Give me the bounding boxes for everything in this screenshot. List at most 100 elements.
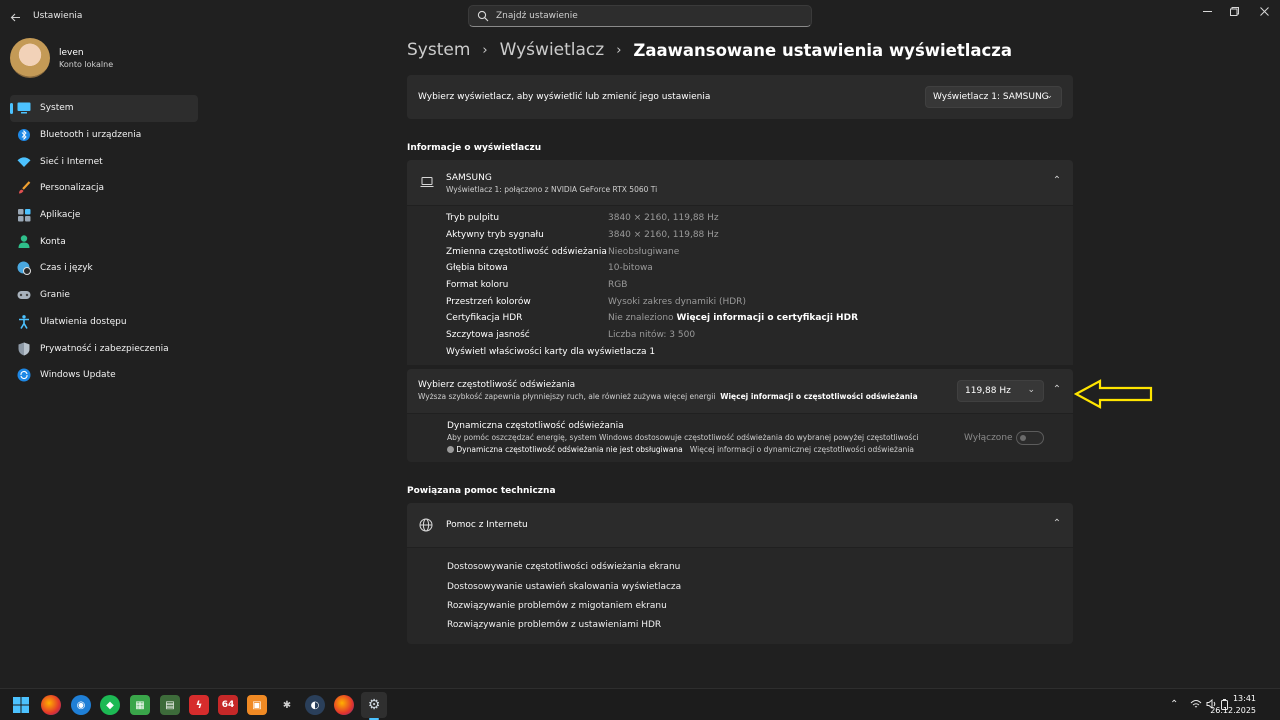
sidebar-item-label: Prywatność i zabezpieczenia — [40, 343, 169, 354]
apps-icon — [17, 208, 31, 222]
display-info-header[interactable]: SAMSUNG Wyświetlacz 1: połączono z NVIDI… — [407, 160, 1073, 205]
help-link[interactable]: Rozwiązywanie problemów z ustawieniami H… — [447, 620, 661, 630]
excel-icon[interactable]: ▦ — [130, 695, 150, 715]
app-spider-icon[interactable]: ✱ — [277, 695, 297, 715]
info-icon — [447, 446, 454, 453]
info-value: 10-bitowa — [608, 263, 653, 273]
info-row: Głębia bitowa 10-bitowa — [446, 263, 1066, 277]
dynamic-refresh-toggle-label: Wyłączone — [964, 433, 1013, 443]
sidebar-item-label: Czas i język — [40, 263, 93, 274]
sidebar-item-label: Windows Update — [40, 370, 116, 381]
taskbar: ◉ ◆ ▦ ▤ ϟ 64 ▣ ✱ ◐ ⚙ ⌃ 13:41 26.12.2025 — [0, 688, 1280, 720]
toggle-knob — [1020, 435, 1026, 441]
info-key: Format koloru — [446, 280, 509, 290]
sidebar-item-label: Personalizacja — [40, 183, 104, 194]
info-key: Głębia bitowa — [446, 263, 508, 273]
refresh-rate-learn-more-link[interactable]: Więcej informacji o częstotliwości odświ… — [720, 392, 917, 401]
info-value: Nie znaleziono — [608, 313, 674, 323]
wifi-tray-icon[interactable] — [1190, 699, 1202, 712]
avatar — [10, 38, 50, 78]
search-input[interactable] — [496, 8, 796, 24]
search-box[interactable] — [468, 5, 812, 27]
info-row: Przestrzeń kolorów Wysoki zakres dynamiki… — [446, 297, 1066, 311]
hdr-certification-link[interactable]: Więcej informacji o certyfikacji HDR — [676, 313, 858, 323]
app-red-icon[interactable]: ϟ — [189, 695, 209, 715]
refresh-rate-dropdown[interactable]: 119,88 Hz ⌄ — [957, 380, 1044, 402]
edge-dev-icon[interactable]: ◉ — [71, 695, 91, 715]
sidebar-item-system[interactable]: System — [10, 95, 198, 122]
dynamic-refresh-desc: Aby pomóc oszczędzać energię, system Win… — [447, 433, 919, 442]
breadcrumb-separator: › — [482, 42, 488, 58]
user-name: leven — [59, 48, 84, 58]
info-key: Przestrzeń kolorów — [446, 297, 531, 307]
chevron-up-icon[interactable]: ⌃ — [1049, 518, 1065, 534]
globe-icon — [419, 518, 433, 535]
brush-icon — [17, 181, 31, 195]
sidebar-item-accessibility[interactable]: Ułatwienia dostępu — [10, 309, 198, 336]
sidebar-item-network[interactable]: Sieć i Internet — [10, 148, 198, 175]
taskbar-clock[interactable]: 13:41 26.12.2025 — [1210, 693, 1256, 717]
chevron-up-icon[interactable]: ⌃ — [1049, 175, 1065, 191]
adapter-properties-link[interactable]: Wyświetl właściwości karty dla wyświetla… — [446, 347, 655, 357]
sidebar-item-label: Sieć i Internet — [40, 156, 103, 167]
sidebar-item-personalization[interactable]: Personalizacja — [10, 175, 198, 202]
related-help-section-title: Powiązana pomoc techniczna — [407, 486, 556, 496]
info-row: Tryb pulpitu 3840 × 2160, 119,88 Hz — [446, 213, 1066, 227]
refresh-rate-title: Wybierz częstotliwość odświeżania — [418, 380, 576, 390]
breadcrumb-display[interactable]: Wyświetlacz — [500, 40, 605, 60]
sidebar-item-label: Konta — [40, 236, 66, 247]
info-value: RGB — [608, 280, 628, 290]
display-info-section-title: Informacje o wyświetlaczu — [407, 143, 542, 153]
info-row: Aktywny tryb sygnału 3840 × 2160, 119,88 … — [446, 230, 1066, 244]
laptop-icon — [420, 177, 434, 191]
page-title: Zaawansowane ustawienia wyświetlacza — [633, 40, 1013, 60]
refresh-rate-card: Wybierz częstotliwość odświeżania Wyższa… — [407, 369, 1073, 413]
info-row: Format koloru RGB — [446, 280, 1066, 294]
info-value: Wysoki zakres dynamiki (HDR) — [608, 297, 746, 307]
dynamic-refresh-toggle[interactable] — [1016, 431, 1044, 445]
settings-gear-icon[interactable]: ⚙ — [364, 695, 384, 715]
web-help-header[interactable]: Pomoc z Internetu ⌃ — [407, 503, 1073, 547]
display-dropdown[interactable]: Wyświetlacz 1: SAMSUNG ⌄ — [925, 86, 1062, 108]
breadcrumb-system[interactable]: System — [407, 40, 470, 60]
breadcrumb: System › Wyświetlacz › Zaawansowane usta… — [407, 38, 1012, 62]
info-row: Wyświetl właściwości karty dla wyświetla… — [446, 347, 1066, 361]
chevron-down-icon: ⌄ — [1027, 385, 1035, 395]
maximize-button[interactable] — [1217, 2, 1251, 20]
chevron-up-tray-icon[interactable]: ⌃ — [1170, 699, 1178, 710]
help-link[interactable]: Dostosowywanie częstotliwości odświeżani… — [447, 562, 680, 572]
aida64-icon[interactable]: 64 — [218, 695, 238, 715]
sidebar-item-windows-update[interactable]: Windows Update — [10, 362, 198, 389]
update-icon — [17, 368, 31, 382]
back-arrow-icon[interactable] — [6, 8, 24, 26]
sidebar-item-time-language[interactable]: Czas i język — [10, 255, 198, 282]
sidebar-item-bluetooth[interactable]: Bluetooth i urządzenia — [10, 122, 198, 149]
info-row: Zmienna częstotliwość odświeżania Nieobsł… — [446, 247, 1066, 261]
app-title: Ustawienia — [33, 11, 83, 21]
gamepad-icon — [17, 288, 31, 302]
clock-date: 26.12.2025 — [1210, 706, 1256, 715]
display-connection: Wyświetlacz 1: połączono z NVIDIA GeForc… — [446, 185, 658, 194]
web-help-title: Pomoc z Internetu — [446, 520, 528, 530]
info-value: Nieobsługiwane — [608, 247, 680, 257]
help-link[interactable]: Dostosowywanie ustawień skalowania wyświ… — [447, 582, 681, 592]
sidebar-item-gaming[interactable]: Granie — [10, 282, 198, 309]
sidebar-item-label: Bluetooth i urządzenia — [40, 130, 142, 141]
firefox-icon[interactable] — [41, 695, 61, 715]
steam-icon[interactable]: ◐ — [305, 695, 325, 715]
close-button[interactable] — [1247, 2, 1280, 20]
sidebar-item-privacy[interactable]: Prywatność i zabezpieczenia — [10, 335, 198, 362]
firefox-dev-icon[interactable] — [334, 695, 354, 715]
app-orange-icon[interactable]: ▣ — [247, 695, 267, 715]
user-profile[interactable]: leven Konto lokalne — [10, 38, 200, 82]
sidebar-item-accounts[interactable]: Konta — [10, 228, 198, 255]
display-name: SAMSUNG — [446, 173, 492, 183]
sidebar-item-apps[interactable]: Aplikacje — [10, 202, 198, 229]
chevron-up-icon[interactable]: ⌃ — [1049, 384, 1065, 400]
app-board-icon[interactable]: ▤ — [160, 695, 180, 715]
dynamic-refresh-learn-more-link[interactable]: Więcej informacji o dynamicznej częstotl… — [690, 445, 914, 454]
shield-icon — [17, 342, 31, 356]
start-windows-icon[interactable] — [11, 695, 31, 715]
help-link[interactable]: Rozwiązywanie problemów z migotaniem ekr… — [447, 601, 667, 611]
app-green-icon[interactable]: ◆ — [100, 695, 120, 715]
